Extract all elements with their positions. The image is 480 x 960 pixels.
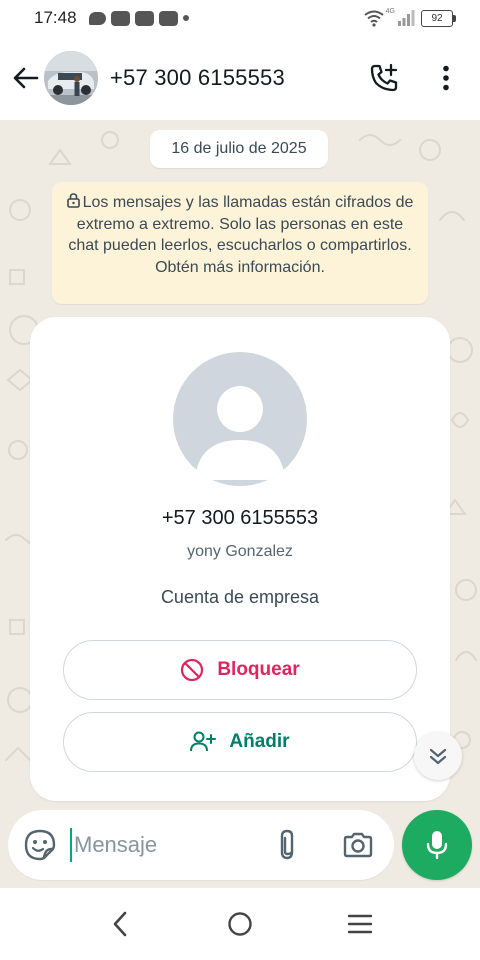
double-chevron-down-icon <box>429 748 447 765</box>
chat-area[interactable]: 16 de julio de 2025 Los mensajes y las l… <box>0 120 480 888</box>
default-avatar <box>173 352 307 486</box>
nav-home-button[interactable] <box>218 902 262 946</box>
block-button-label: Bloquear <box>217 659 300 680</box>
encryption-notice-text: Los mensajes y las llamadas están cifrad… <box>68 194 414 276</box>
chevron-left-icon <box>113 911 127 937</box>
back-arrow-icon <box>13 67 39 89</box>
notification-icons <box>88 10 189 26</box>
add-contact-label: Añadir <box>229 731 290 752</box>
contact-avatar[interactable] <box>44 51 98 105</box>
block-icon <box>181 658 204 682</box>
app-notification-icon <box>134 10 154 26</box>
nav-back-button[interactable] <box>98 902 142 946</box>
business-account-label: Cuenta de empresa <box>160 587 320 607</box>
status-bar: 17:48 4G 92 <box>0 0 480 36</box>
chat-title[interactable]: +57 300 6155553 <box>110 65 285 91</box>
paperclip-icon <box>280 829 294 860</box>
recents-menu-icon <box>347 914 373 934</box>
message-composer <box>8 810 394 880</box>
chat-notification-icon <box>88 11 106 25</box>
add-contact-button[interactable]: Añadir <box>63 712 417 772</box>
camera-icon <box>343 832 373 858</box>
contact-phone: +57 300 6155553 <box>161 507 319 529</box>
scroll-to-bottom-button[interactable] <box>414 732 462 780</box>
app-notification-icon <box>110 10 130 26</box>
more-notifications-dot <box>182 15 189 21</box>
back-button[interactable] <box>2 55 48 101</box>
chat-header: +57 300 6155553 <box>0 36 480 120</box>
status-time: 17:48 <box>34 8 77 27</box>
status-indicators: 4G 92 <box>363 7 456 27</box>
add-call-icon <box>370 63 398 92</box>
wifi-icon <box>364 10 384 27</box>
system-navigation-bar <box>0 888 480 960</box>
add-person-icon <box>190 731 217 752</box>
voice-message-button[interactable] <box>402 810 472 880</box>
person-placeholder-icon <box>195 386 285 480</box>
battery-level: 92 <box>431 12 443 24</box>
lock-icon <box>66 193 80 208</box>
more-vert-icon <box>443 65 449 91</box>
mic-icon <box>426 831 448 860</box>
add-call-button[interactable] <box>362 56 406 100</box>
contact-name: yony Gonzalez <box>187 543 293 560</box>
sticker-icon <box>24 829 56 861</box>
signal-icon <box>398 10 415 26</box>
sticker-button[interactable] <box>18 823 62 867</box>
nav-recents-button[interactable] <box>338 902 382 946</box>
avatar-photo-image <box>44 51 98 105</box>
home-circle-icon <box>228 912 252 936</box>
message-input[interactable] <box>70 828 270 862</box>
camera-button[interactable] <box>336 823 380 867</box>
attach-button[interactable] <box>266 823 310 867</box>
app-notification-icon <box>158 10 178 26</box>
header-actions <box>362 56 480 100</box>
block-button[interactable]: Bloquear <box>63 640 417 700</box>
more-options-button[interactable] <box>424 56 468 100</box>
date-chip: 16 de julio de 2025 <box>150 130 328 168</box>
encryption-notice[interactable]: Los mensajes y las llamadas están cifrad… <box>52 182 428 304</box>
battery-icon: 92 <box>421 9 456 27</box>
contact-info-card: +57 300 6155553 yony Gonzalez Cuenta de … <box>30 317 450 801</box>
network-type: 4G <box>385 7 395 15</box>
